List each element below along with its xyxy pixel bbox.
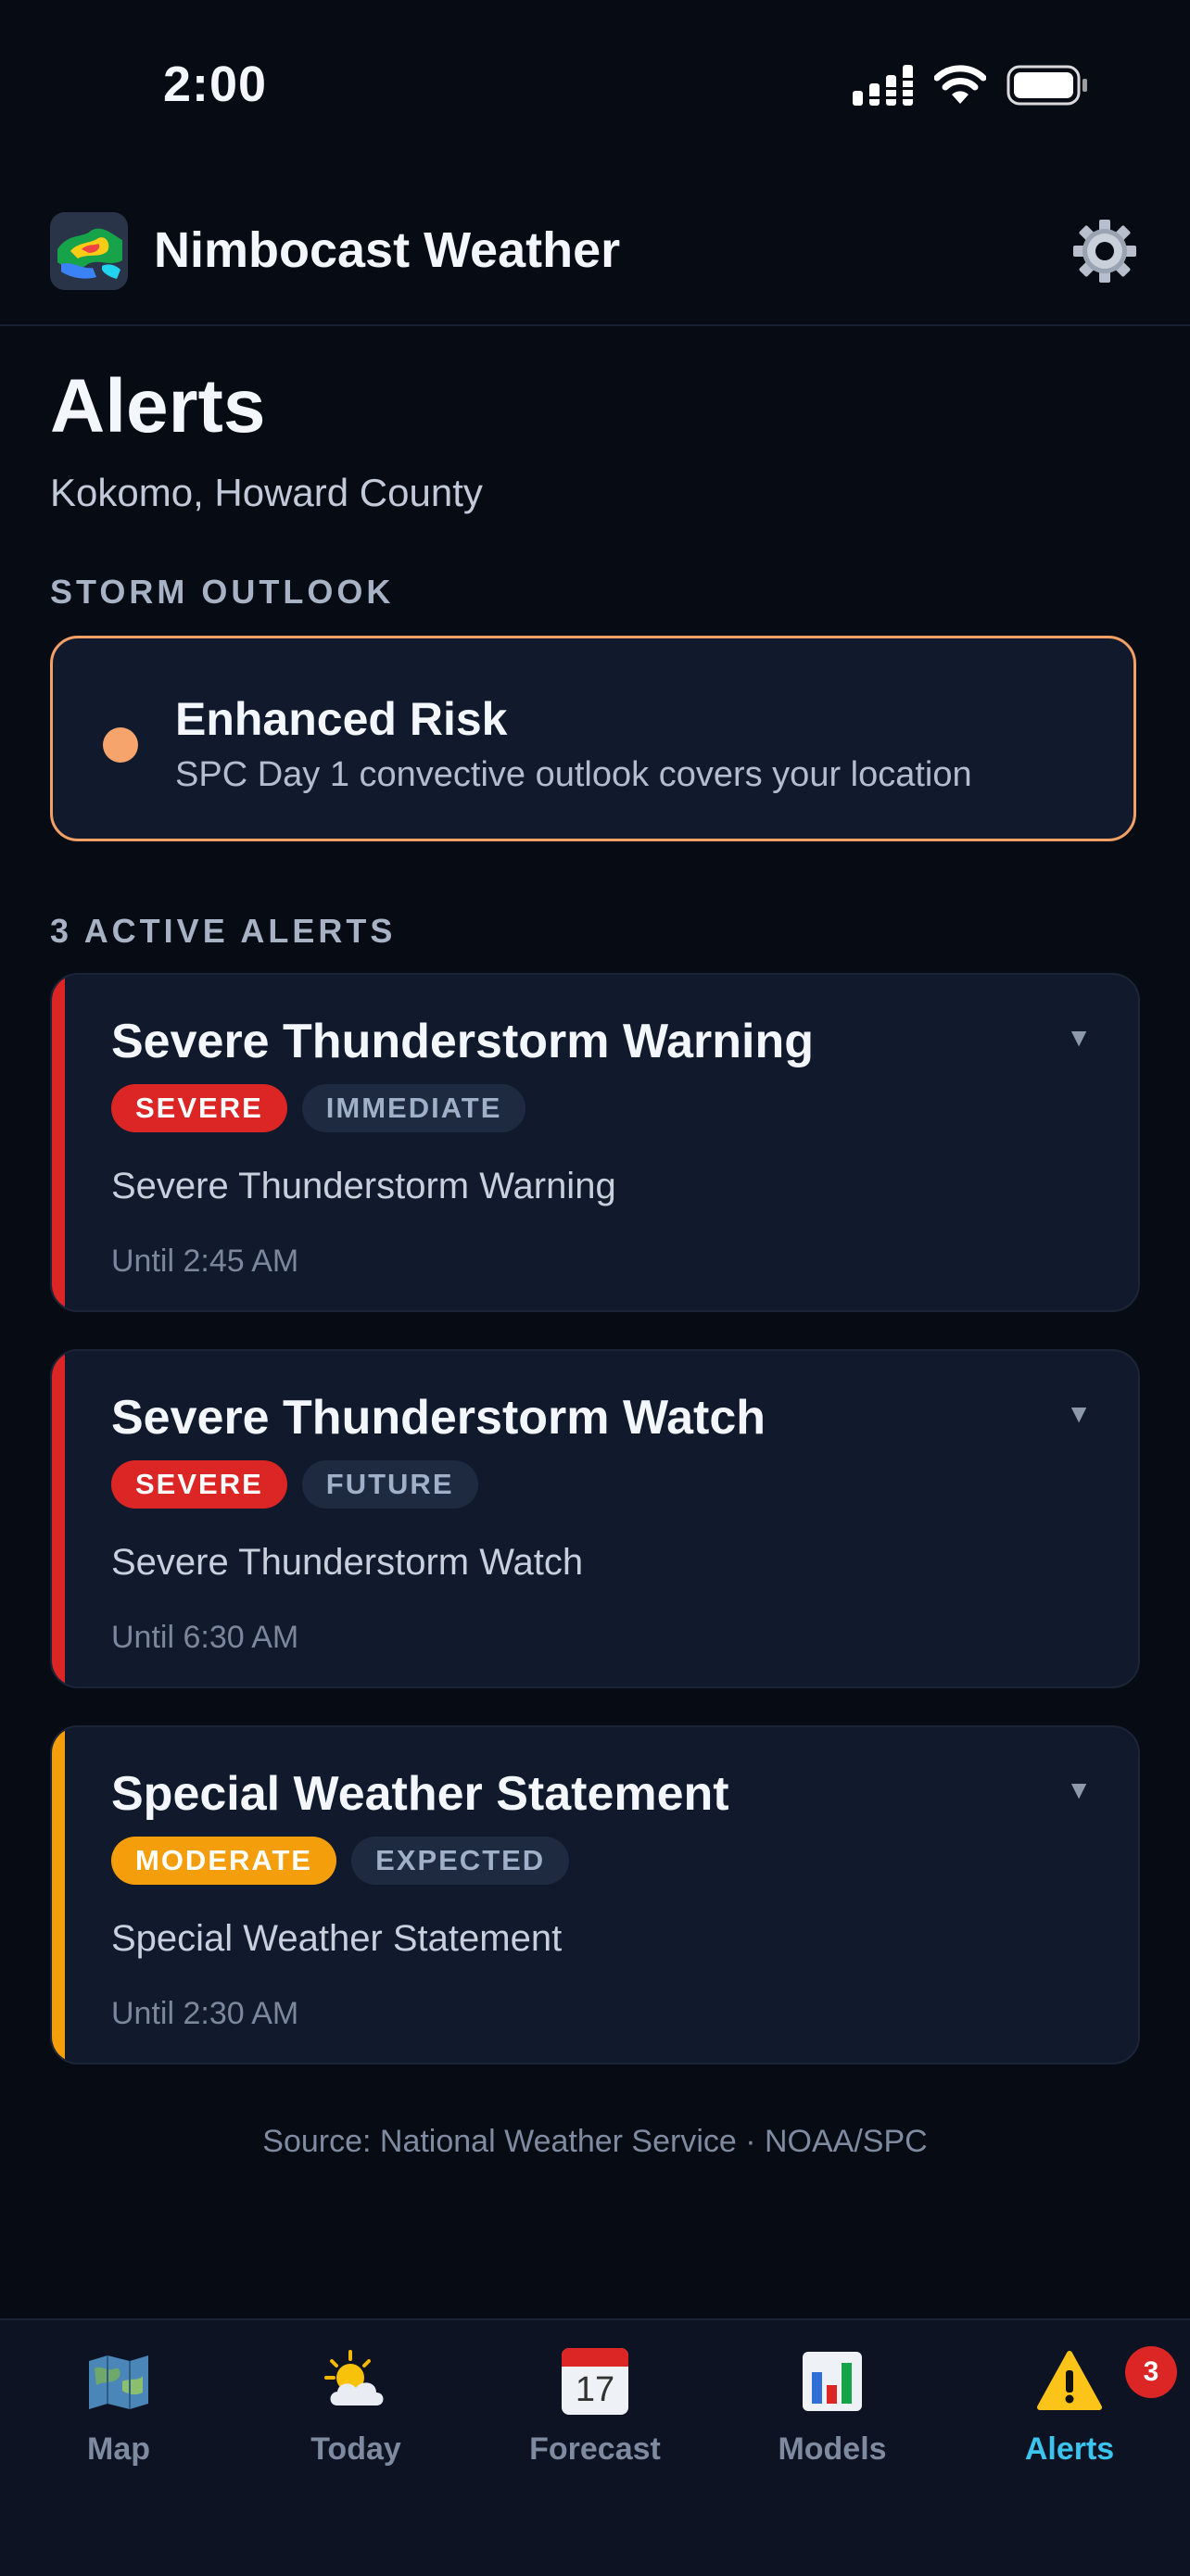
- alert-title: Severe Thunderstorm Watch: [111, 1391, 766, 1445]
- bar-chart-icon: [803, 2352, 862, 2411]
- tab-alerts[interactable]: 3 Alerts: [968, 2346, 1177, 2487]
- severity-badge: SEVERE: [111, 1084, 287, 1132]
- alert-expiry: Until 6:30 AM: [111, 1620, 299, 1655]
- app-header: Nimbocast Weather: [0, 190, 1190, 326]
- radar-logo-icon: [50, 212, 128, 290]
- alert-event: Special Weather Statement: [111, 1918, 563, 1959]
- calendar-day: 17: [575, 2370, 615, 2409]
- battery-icon: [1006, 65, 1087, 106]
- tab-forecast[interactable]: 17 Forecast: [493, 2348, 697, 2487]
- alert-accent-bar: [52, 975, 65, 1310]
- tab-map[interactable]: Map: [17, 2348, 221, 2487]
- sun-behind-cloud-icon: [324, 2350, 384, 2406]
- alert-badges: SEVERE IMMEDIATE: [111, 1084, 526, 1132]
- warning-icon: [1037, 2351, 1102, 2410]
- calendar-icon: 17: [562, 2348, 628, 2415]
- tab-label: Alerts: [1024, 2431, 1115, 2467]
- risk-dot-icon: [103, 727, 138, 763]
- alert-card[interactable]: Special Weather Statement ▼ MODERATE EXP…: [50, 1725, 1140, 2065]
- expand-chevron-icon[interactable]: ▼: [1066, 1399, 1092, 1429]
- tab-label: Today: [310, 2431, 401, 2467]
- outlook-description: SPC Day 1 convective outlook covers your…: [175, 755, 972, 794]
- tab-label: Models: [778, 2431, 887, 2467]
- alert-accent-bar: [52, 1351, 65, 1686]
- storm-outlook-label: STORM OUTLOOK: [50, 573, 395, 611]
- urgency-badge: IMMEDIATE: [301, 1084, 526, 1132]
- tab-bar: Map Today 17 Forecast Models 3 Alerts: [0, 2318, 1190, 2576]
- tab-label: Map: [87, 2431, 150, 2467]
- alert-event: Severe Thunderstorm Warning: [111, 1166, 616, 1206]
- alert-count-badge: 3: [1125, 2346, 1177, 2398]
- status-icons: [853, 65, 1088, 106]
- settings-button[interactable]: [1070, 216, 1140, 286]
- urgency-badge: FUTURE: [301, 1460, 478, 1509]
- alert-event: Severe Thunderstorm Watch: [111, 1542, 584, 1583]
- source-attribution: Source: National Weather Service · NOAA/…: [262, 2124, 928, 2159]
- alert-badges: SEVERE FUTURE: [111, 1460, 478, 1509]
- alert-badges: MODERATE EXPECTED: [111, 1837, 570, 1885]
- status-time: 2:00: [163, 57, 268, 112]
- storm-outlook-card[interactable]: Enhanced Risk SPC Day 1 convective outlo…: [50, 636, 1136, 841]
- tab-label: Forecast: [529, 2431, 661, 2467]
- alert-accent-bar: [52, 1727, 65, 2063]
- wifi-icon: [934, 65, 986, 104]
- alert-card[interactable]: Severe Thunderstorm Warning ▼ SEVERE IMM…: [50, 973, 1140, 1312]
- cellular-signal-icon: [853, 65, 913, 106]
- status-bar: 2:00: [0, 0, 1190, 176]
- gear-icon: [1073, 220, 1136, 283]
- location-subtitle: Kokomo, Howard County: [50, 471, 483, 514]
- app-title: Nimbocast Weather: [154, 222, 621, 278]
- tab-models[interactable]: Models: [730, 2348, 934, 2487]
- expand-chevron-icon[interactable]: ▼: [1066, 1775, 1092, 1805]
- severity-badge: SEVERE: [111, 1460, 287, 1509]
- alert-expiry: Until 2:30 AM: [111, 1996, 299, 2031]
- map-icon: [89, 2355, 148, 2409]
- alert-expiry: Until 2:45 AM: [111, 1244, 299, 1279]
- page-title: Alerts: [50, 364, 266, 448]
- alert-card[interactable]: Severe Thunderstorm Watch ▼ SEVERE FUTUR…: [50, 1349, 1140, 1688]
- tab-today[interactable]: Today: [254, 2348, 458, 2487]
- outlook-risk-title: Enhanced Risk: [175, 693, 508, 745]
- severity-badge: MODERATE: [111, 1837, 337, 1885]
- calendar-header: [562, 2348, 628, 2367]
- urgency-badge: EXPECTED: [351, 1837, 570, 1885]
- expand-chevron-icon[interactable]: ▼: [1066, 1023, 1092, 1053]
- alert-title: Severe Thunderstorm Warning: [111, 1015, 814, 1068]
- alert-title: Special Weather Statement: [111, 1767, 729, 1821]
- active-alerts-label: 3 ACTIVE ALERTS: [50, 912, 397, 950]
